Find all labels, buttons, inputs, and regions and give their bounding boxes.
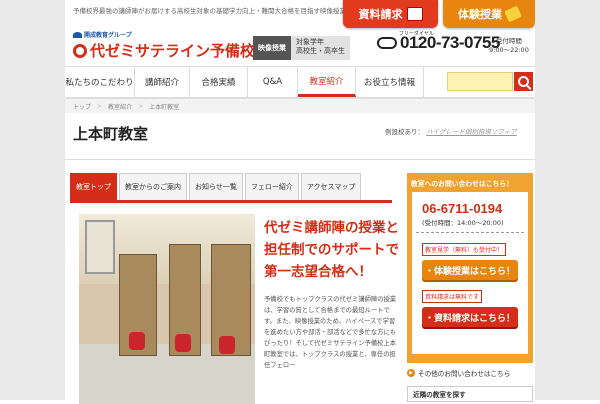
brand-name: 代ゼミサテライン予備校 [73, 40, 255, 61]
target-grade-box: 対象学年 高校生・高卒生 [291, 36, 350, 60]
request-materials-label: 資料請求 [358, 8, 403, 21]
tab-underline [70, 200, 392, 203]
photo-chair [219, 336, 235, 354]
affiliated-label: 例設校あり： [385, 128, 424, 136]
affiliated-school: 例設校あり： ハイグレード個別指導ソフィア [385, 126, 517, 136]
classroom-hours: (受付時間：14:00～20:00) [422, 219, 504, 227]
breadcrumb-separator-icon: > [97, 102, 103, 110]
classroom-photo [79, 214, 255, 404]
nav-item-commitment[interactable]: 私たちのこだわり [65, 67, 135, 97]
page-title-bar: 上本町教室 例設校あり： ハイグレード個別指導ソフィア [65, 113, 535, 160]
affiliated-link[interactable]: ハイグレード個別指導ソフィア [426, 128, 517, 136]
nav-item-results[interactable]: 合格実績 [190, 67, 248, 97]
arrow-right-icon: ▶ [407, 369, 415, 377]
page-gutter-right [535, 0, 600, 400]
breadcrumb-top[interactable]: トップ [73, 102, 91, 111]
search-input[interactable] [447, 72, 513, 91]
contact-panel: 06-6711-0194 (受付時間：14:00～20:00) 教室見学（無料）… [412, 192, 528, 354]
breadcrumb-current: 上本町教室 [149, 103, 180, 111]
tab-classroom-top[interactable]: 教室トップ [70, 173, 117, 201]
course-type-label: 映像授業 [253, 36, 291, 60]
breadcrumb-classrooms[interactable]: 教室紹介 [108, 102, 132, 111]
group-label: 開成教育グループ [73, 30, 255, 39]
tab-access-map[interactable]: アクセスマップ [300, 173, 362, 201]
search-button[interactable] [514, 72, 533, 91]
other-inquiries-label: その他のお問い合わせはこちら [418, 370, 511, 378]
group-name: 開成教育グループ [84, 32, 132, 39]
sidebar-trial-button[interactable]: ・体験授業はこちら！ [422, 260, 518, 280]
divider [416, 232, 524, 233]
other-inquiries-link[interactable]: ▶ その他のお問い合わせはこちら [407, 368, 533, 378]
site-logo[interactable]: 開成教育グループ 代ゼミサテライン予備校 [73, 30, 255, 61]
page-gutter-left [0, 0, 65, 400]
breadcrumb: トップ > 教室紹介 > 上本町教室 [65, 99, 535, 113]
group-mark-icon [73, 31, 82, 38]
contact-header: 教室へのお問い合わせはこちら！ [411, 179, 513, 188]
tab-news-list[interactable]: お知らせ一覧 [189, 173, 243, 201]
page-title: 上本町教室 [73, 125, 149, 143]
headline-line-2: 担任制でのサポートで [264, 242, 399, 258]
trial-lesson-label: 体験授業 [458, 8, 502, 21]
pencil-icon [504, 5, 522, 23]
brand-text: 代ゼミサテライン予備校 [90, 42, 256, 60]
hours-value: 9:00～22:00 [489, 46, 529, 54]
headline-line-1: 代ゼミ講師陣の授業と [264, 220, 399, 236]
target-grade-label: 対象学年 [296, 38, 324, 46]
tab-classroom-guide[interactable]: 教室からのご案内 [119, 173, 187, 201]
global-nav: 私たちのこだわり 講師紹介 合格実績 Q&A 教室紹介 お役立ち情報 [65, 66, 535, 99]
sidebar-request-button[interactable]: ・資料請求はこちら！ [422, 307, 518, 327]
nav-item-instructors[interactable]: 講師紹介 [135, 67, 190, 97]
search-icon [518, 76, 529, 87]
doc-note: 資料請求は無料です [422, 290, 483, 303]
nav-item-useful-info[interactable]: お役立ち情報 [356, 67, 424, 97]
top-strip: 予備校界最強の講師陣がお届けする高校生対象の基礎学力向上・難関大合格を目指す映像… [65, 0, 535, 28]
site-tagline: 予備校界最強の講師陣がお届けする高校生対象の基礎学力向上・難関大合格を目指す映像… [73, 7, 346, 15]
hours-label: 受付時間 [495, 37, 522, 45]
nav-item-classrooms[interactable]: 教室紹介 [298, 67, 356, 97]
classroom-phone[interactable]: 06-6711-0194 [412, 192, 528, 216]
classroom-tabs: 教室トップ 教室からのご案内 お知らせ一覧 フェロー紹介 アクセスマップ [70, 173, 363, 201]
breadcrumb-separator-icon: > [138, 102, 144, 110]
freedial-icon [377, 37, 397, 49]
tab-fellow-intro[interactable]: フェロー紹介 [244, 173, 299, 201]
classroom-description: 予備校でもトップクラスの代ゼミ講師陣の授業は、学習の質として合格までの最短ルート… [264, 296, 397, 369]
brand-emblem-icon [73, 43, 87, 58]
photo-window [85, 220, 115, 274]
book-icon [406, 7, 423, 21]
classroom-headline: 代ゼミ講師陣の授業と 担任制でのサポートで 第一志望合格へ！ [264, 217, 399, 283]
freedial-label: フリーダイヤル [399, 31, 434, 37]
trial-note: 教室見学（無料）も受付中！ [422, 243, 507, 256]
headline-line-3: 第一志望合格へ！ [264, 264, 372, 280]
contact-sidebar: 教室へのお問い合わせはこちら！ 06-6711-0194 (受付時間：14:00… [407, 173, 533, 363]
course-badge: 映像授業 対象学年 高校生・高卒生 [253, 36, 350, 60]
site-header: 開成教育グループ 代ゼミサテライン予備校 映像授業 対象学年 高校生・高卒生 フ… [65, 22, 535, 66]
nav-item-faq[interactable]: Q&A [248, 67, 298, 97]
photo-chair [129, 332, 145, 350]
freedial-phone[interactable]: フリーダイヤル 0120-73-0755 [377, 31, 500, 53]
photo-chair [175, 334, 191, 352]
target-grade-value: 高校生・高卒生 [296, 47, 345, 55]
reception-hours: 受付時間 9:00～22:00 [489, 37, 529, 55]
